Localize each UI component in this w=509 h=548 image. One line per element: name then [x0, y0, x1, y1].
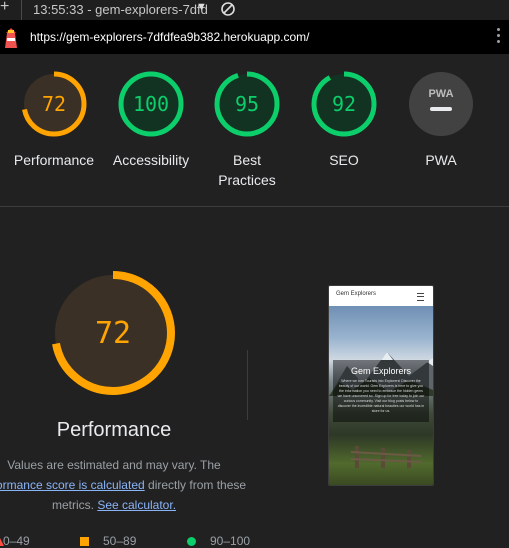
- performance-gauge-large: 72: [51, 271, 175, 395]
- gauge-pwa-label: PWA: [425, 152, 457, 168]
- performance-title: Performance: [56, 419, 172, 441]
- vertical-divider: [247, 350, 248, 420]
- legend-fail-range: 0–49: [3, 534, 30, 548]
- gauge-pwa[interactable]: PWA PWA: [393, 70, 489, 170]
- score-legend: 0–49 50–89 90–100: [0, 532, 509, 548]
- gauge-best-practices-ring: 95: [214, 71, 280, 137]
- gauge-performance[interactable]: 72 Performance: [6, 70, 102, 170]
- gauge-seo-ring: 92: [311, 71, 377, 137]
- block-icon[interactable]: [220, 1, 236, 17]
- pwa-badge: PWA: [409, 72, 473, 136]
- gauge-seo[interactable]: 92 SEO: [296, 70, 392, 170]
- score-calculated-link[interactable]: erformance score is calculated: [0, 478, 145, 492]
- browser-tab-bar: + 13:55:33 - gem-explorers-7dfd ▼: [0, 0, 509, 20]
- gauge-seo-label: SEO: [329, 152, 359, 168]
- gauge-performance-value: 72: [42, 92, 66, 116]
- gauge-best-practices[interactable]: 95 Best Practices: [199, 70, 295, 190]
- thumbnail-hero-title: Gem Explorers: [350, 366, 412, 376]
- gauge-accessibility-label: Accessibility: [112, 152, 190, 168]
- url-bar: https://gem-explorers-7dfdfea9b382.herok…: [0, 20, 509, 54]
- page-url[interactable]: https://gem-explorers-7dfdfea9b382.herok…: [30, 30, 310, 44]
- fence-image: [351, 446, 421, 468]
- section-divider: [0, 206, 509, 207]
- gauge-best-practices-value: 95: [235, 92, 259, 116]
- performance-score-large: 72: [95, 316, 131, 351]
- gauge-best-practices-label: Best Practices: [218, 152, 276, 188]
- thumbnail-brand: Gem Explorers: [336, 291, 377, 297]
- see-calculator-link[interactable]: See calculator.: [97, 498, 176, 512]
- gauge-performance-ring: 72: [21, 71, 87, 137]
- legend-average-range: 50–89: [103, 534, 137, 548]
- thumbnail-hero-text: Where we turn Tourists into Explorers! D…: [337, 379, 425, 413]
- gauge-seo-value: 92: [332, 92, 356, 116]
- more-options-icon[interactable]: [494, 28, 502, 46]
- gauge-performance-label: Performance: [13, 152, 95, 168]
- gauge-accessibility[interactable]: 100 Accessibility: [103, 70, 199, 170]
- tab-title[interactable]: 13:55:33 - gem-explorers-7dfd: [33, 2, 208, 17]
- new-tab-button[interactable]: +: [0, 0, 9, 16]
- hamburger-icon: [417, 293, 424, 301]
- legend-pass-range: 90–100: [210, 534, 251, 548]
- gauge-accessibility-value: 100: [133, 92, 169, 116]
- tab-separator: [21, 0, 22, 20]
- tab-dropdown-icon[interactable]: ▼: [196, 1, 207, 13]
- gauge-accessibility-ring: 100: [118, 71, 184, 137]
- thumbnail-navbar: Gem Explorers: [329, 286, 433, 306]
- note-text-1: Values are estimated and may vary. The: [7, 458, 221, 472]
- performance-note: Values are estimated and may vary. The e…: [0, 455, 248, 515]
- lighthouse-icon: [5, 28, 17, 48]
- final-screenshot-thumbnail[interactable]: Gem Explorers Gem Explorers Where we tur…: [328, 285, 434, 486]
- pwa-badge-text: PWA: [428, 88, 453, 100]
- score-gauges: 72 Performance 100 Accessibility 95 Best…: [0, 54, 509, 206]
